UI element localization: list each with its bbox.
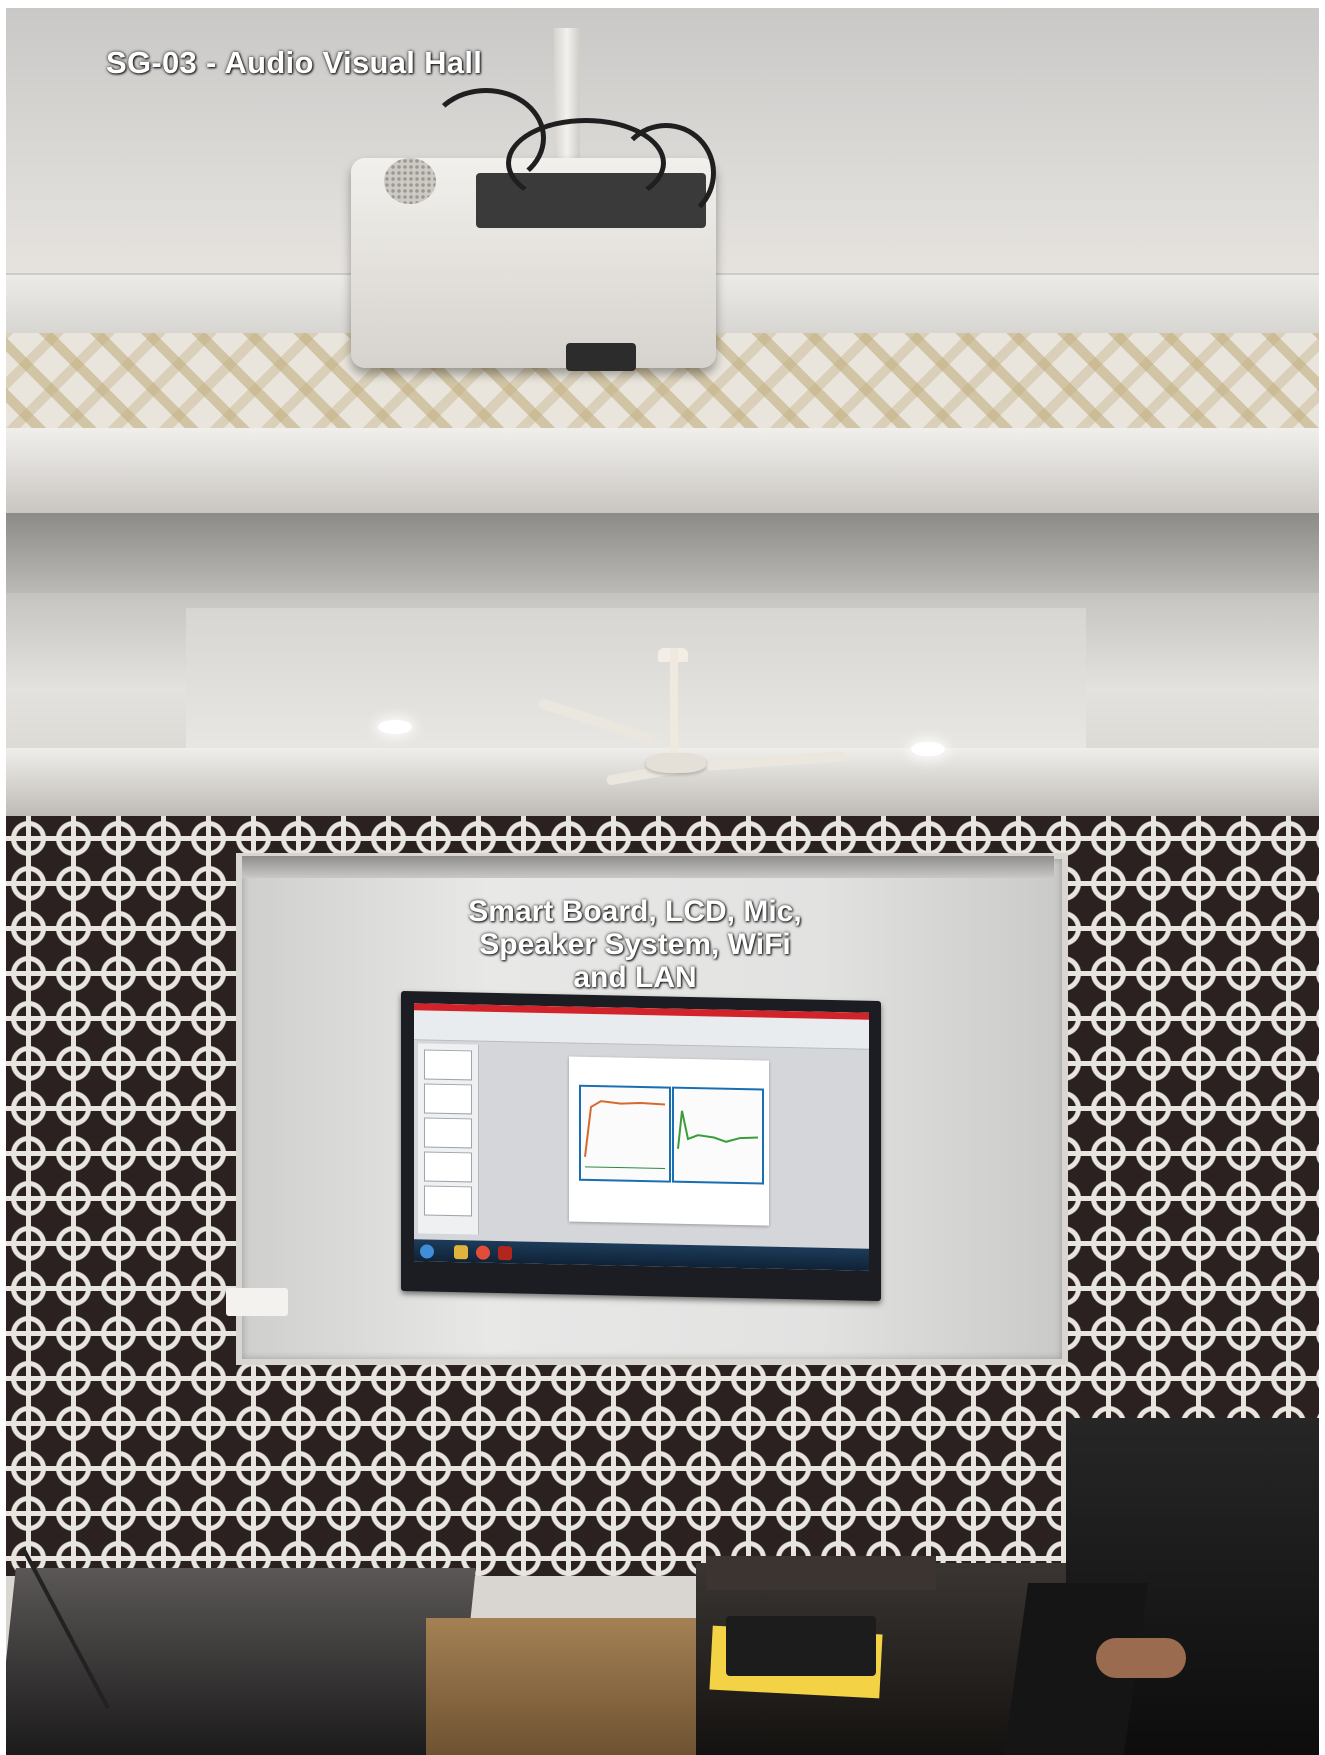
projector-cable xyxy=(616,123,716,223)
windows-start-icon xyxy=(420,1244,434,1259)
plot-curve xyxy=(584,1100,666,1169)
wooden-floor xyxy=(426,1618,726,1755)
smart-board-screen xyxy=(414,1003,869,1271)
slide-thumbnail xyxy=(424,1083,472,1115)
slide-thumbnail xyxy=(424,1049,472,1081)
current-slide xyxy=(569,1056,769,1226)
explorer-icon xyxy=(454,1245,468,1260)
chrome-icon xyxy=(476,1245,490,1260)
equipment-caption-line: Smart Board, LCD, Mic, xyxy=(468,895,802,928)
downlight xyxy=(911,742,945,756)
equipment-caption: Smart Board, LCD, Mic, Speaker System, W… xyxy=(415,895,855,994)
room-caption: SG-03 - Audio Visual Hall xyxy=(106,45,483,80)
slide-thumbnails xyxy=(418,1043,479,1235)
slide-thumbnail xyxy=(424,1117,472,1149)
slide-thumbnail xyxy=(424,1185,472,1217)
desk-top xyxy=(706,1556,936,1590)
wall-socket xyxy=(226,1288,288,1316)
front-desk xyxy=(6,1568,476,1755)
desk-device xyxy=(726,1616,876,1676)
plot-curve xyxy=(677,1110,759,1149)
fan-rod xyxy=(670,648,678,758)
pdf-icon xyxy=(498,1245,512,1261)
projector-speaker-grille xyxy=(384,158,436,204)
beam-shadow xyxy=(6,513,1319,593)
projector-lens-cover xyxy=(566,343,636,371)
equipment-caption-line: and LAN xyxy=(573,961,697,994)
hand xyxy=(1096,1638,1186,1678)
equipment-caption-line: Speaker System, WiFi xyxy=(479,928,791,961)
slide-plot xyxy=(579,1084,671,1183)
slide-plot xyxy=(672,1086,764,1185)
slide-thumbnail xyxy=(424,1151,472,1183)
roller-blind-rail xyxy=(242,856,1054,878)
ceiling-beam-lower xyxy=(6,428,1319,518)
ceiling-fan xyxy=(646,753,706,773)
audio-visual-hall-photo xyxy=(6,8,1319,1755)
downlight xyxy=(378,720,412,734)
